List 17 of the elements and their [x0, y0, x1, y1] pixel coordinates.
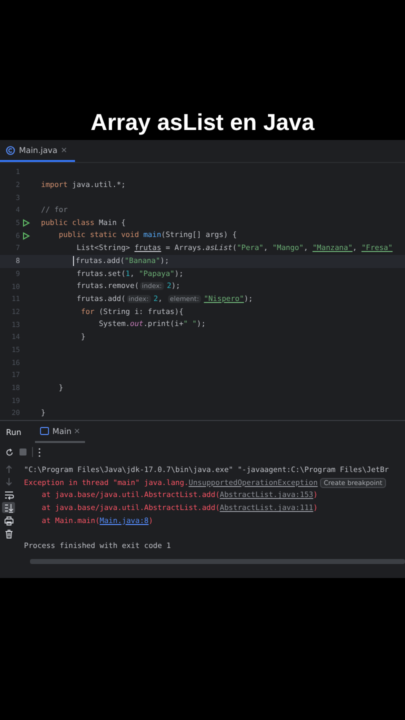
trash-icon[interactable]: [4, 528, 14, 538]
horizontal-scrollbar[interactable]: [30, 558, 405, 564]
java-class-icon: [6, 146, 15, 154]
console-icon: [40, 427, 50, 435]
run-icon[interactable]: [22, 219, 30, 228]
close-icon[interactable]: [74, 428, 80, 434]
rerun-icon[interactable]: [5, 448, 14, 456]
run-icon[interactable]: [22, 232, 30, 240]
editor-tab[interactable]: Main.java: [0, 140, 76, 162]
video-caption: Array asList en Java: [90, 109, 314, 136]
soft-wrap-icon[interactable]: [4, 490, 14, 500]
run-tab[interactable]: Main: [35, 421, 86, 443]
close-icon[interactable]: [61, 147, 68, 153]
stop-icon[interactable]: [19, 448, 27, 456]
more-options-icon[interactable]: [38, 448, 41, 456]
print-icon[interactable]: [4, 516, 14, 526]
tool-window-title: Run: [6, 428, 22, 436]
